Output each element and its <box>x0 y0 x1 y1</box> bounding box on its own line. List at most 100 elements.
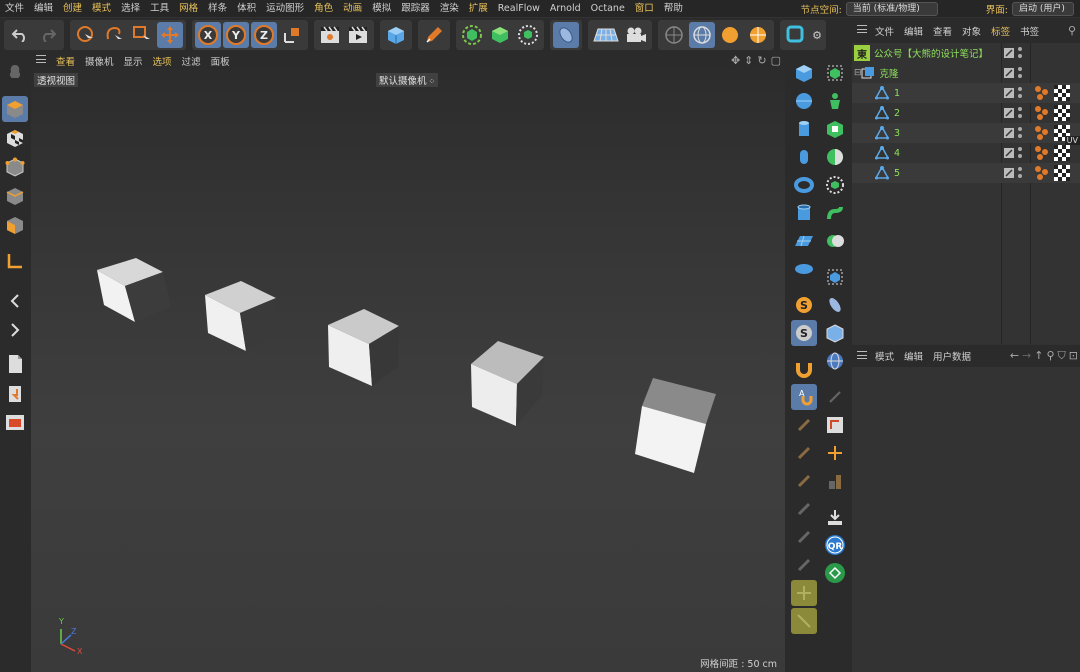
hamburger-icon[interactable] <box>857 350 867 362</box>
magnet-button[interactable] <box>791 356 817 382</box>
checker-tag-icon[interactable] <box>1054 85 1070 104</box>
forward-arrow-icon[interactable]: → <box>1022 349 1031 363</box>
cube-object[interactable] <box>635 378 716 473</box>
menu-item[interactable]: 查看 <box>51 54 80 68</box>
torus-primitive-button[interactable] <box>791 172 817 198</box>
deformer-cube-button[interactable] <box>822 320 848 346</box>
menu-item[interactable]: 创建 <box>58 0 87 17</box>
material-tag-icon[interactable] <box>1034 145 1050 164</box>
symmetry-button[interactable] <box>822 144 848 170</box>
up-arrow-icon[interactable]: ↑ <box>1034 349 1043 363</box>
menu-item[interactable]: 运动图形 <box>261 0 309 17</box>
menu-item[interactable]: 显示 <box>119 54 148 68</box>
cube-object[interactable] <box>205 281 276 351</box>
tool-h-button[interactable] <box>791 608 817 634</box>
menu-item[interactable]: 面板 <box>206 54 235 68</box>
object-row[interactable]: ⊟ 克隆 <box>852 63 1080 83</box>
layer-toggle-icon[interactable] <box>1004 67 1016 82</box>
layer-toggle-icon[interactable] <box>1004 147 1016 162</box>
wire-sphere-button[interactable] <box>661 22 687 48</box>
menu-item[interactable]: 模式 <box>870 349 899 363</box>
tube-primitive-button[interactable] <box>791 200 817 226</box>
redo-button[interactable] <box>35 22 61 48</box>
points-mode-button[interactable] <box>2 154 28 180</box>
menu-item[interactable]: 用户数据 <box>928 349 976 363</box>
object-name[interactable]: 1 <box>894 88 900 99</box>
hamburger-icon[interactable] <box>36 55 48 66</box>
edges-mode-button[interactable] <box>2 183 28 209</box>
cube-object[interactable] <box>328 309 399 386</box>
extrude-button[interactable] <box>822 116 848 142</box>
tool-c-button[interactable] <box>791 468 817 494</box>
z-axis-button[interactable]: Z <box>251 22 277 48</box>
visibility-dots-icon[interactable] <box>1017 46 1023 63</box>
search-icon[interactable]: ⚲ <box>1046 349 1054 363</box>
coordinate-system-button[interactable] <box>279 22 305 48</box>
visibility-dots-icon[interactable] <box>1017 66 1023 83</box>
live-selection-button[interactable] <box>73 22 99 48</box>
camera-button[interactable] <box>623 22 649 48</box>
menu-item[interactable]: 渲染 <box>435 0 464 17</box>
tool-i-button[interactable] <box>822 384 848 410</box>
visibility-dots-icon[interactable] <box>1017 126 1023 143</box>
box-selection-button[interactable] <box>129 22 155 48</box>
object-name[interactable]: 4 <box>894 148 900 159</box>
atom-array-button[interactable] <box>822 172 848 198</box>
menu-item[interactable]: 窗口 <box>630 0 659 17</box>
boole-button[interactable] <box>822 228 848 254</box>
menu-item[interactable]: 标签 <box>986 24 1015 38</box>
tool-a-button[interactable] <box>791 412 817 438</box>
rectangle-selection-button[interactable] <box>101 22 127 48</box>
menu-item[interactable]: 模拟 <box>367 0 396 17</box>
character-button[interactable] <box>822 88 848 114</box>
object-name[interactable]: 3 <box>894 128 900 139</box>
dolly-icon[interactable]: ⇕ <box>744 54 753 67</box>
disc-primitive-button[interactable] <box>791 256 817 282</box>
menu-item[interactable]: RealFlow <box>493 0 545 17</box>
globe-button[interactable] <box>689 22 715 48</box>
pen-tool-button[interactable] <box>421 22 447 48</box>
material-tag-icon[interactable] <box>1034 165 1050 184</box>
maximize-icon[interactable]: ▢ <box>771 54 781 67</box>
object-name[interactable]: 5 <box>894 168 900 179</box>
hamburger-icon[interactable] <box>857 25 867 36</box>
menu-item[interactable]: 帮助 <box>659 0 688 17</box>
tool-e-button[interactable] <box>791 524 817 550</box>
object-row[interactable]: 東公众号【大熊的设计笔记】 <box>852 43 1080 63</box>
menu-item[interactable]: 编辑 <box>29 0 58 17</box>
tool-f-button[interactable] <box>791 552 817 578</box>
object-row[interactable]: 2 <box>852 103 1080 123</box>
checker-tag-icon[interactable] <box>1054 165 1070 184</box>
plane-primitive-button[interactable] <box>791 228 817 254</box>
spline-s2-button[interactable]: S <box>791 320 817 346</box>
snap-button[interactable] <box>783 22 809 48</box>
perspective-viewport[interactable]: 透视视图 默认摄像机 ⁘ Y Z X 网格间距: 50 cm <box>31 69 785 672</box>
menu-item[interactable]: Arnold <box>545 0 586 17</box>
download-button[interactable] <box>822 504 848 530</box>
layer-toggle-icon[interactable] <box>1004 167 1016 182</box>
subdivision-button[interactable] <box>459 22 485 48</box>
model-mode-left-button[interactable] <box>2 96 28 122</box>
rotate-icon[interactable]: ↻ <box>757 54 766 67</box>
snap-settings-button[interactable]: ⚙ <box>811 22 823 48</box>
orange-lined-sphere-button[interactable] <box>745 22 771 48</box>
visibility-dots-icon[interactable] <box>1017 86 1023 103</box>
menu-item[interactable]: 网格 <box>174 0 203 17</box>
material-tag-icon[interactable] <box>1034 85 1050 104</box>
menu-item[interactable]: 模式 <box>87 0 116 17</box>
material-tag-icon[interactable] <box>1034 125 1050 144</box>
object-name[interactable]: 公众号【大熊的设计笔记】 <box>874 46 988 60</box>
tag-corner-button[interactable] <box>822 440 848 466</box>
tool-d-button[interactable] <box>791 496 817 522</box>
checker-tag-icon[interactable] <box>1054 145 1070 164</box>
menu-item[interactable]: 体积 <box>232 0 261 17</box>
cylinder-primitive-button[interactable] <box>791 116 817 142</box>
object-name[interactable]: 2 <box>894 108 900 119</box>
deformer-ffd-button[interactable] <box>822 264 848 290</box>
checker-tag-icon[interactable] <box>1054 105 1070 124</box>
prev-button[interactable] <box>2 288 28 314</box>
material-tag-icon[interactable] <box>1034 105 1050 124</box>
capsule-primitive-button[interactable] <box>791 144 817 170</box>
menu-item[interactable]: 编辑 <box>899 349 928 363</box>
tool-b-button[interactable] <box>791 440 817 466</box>
